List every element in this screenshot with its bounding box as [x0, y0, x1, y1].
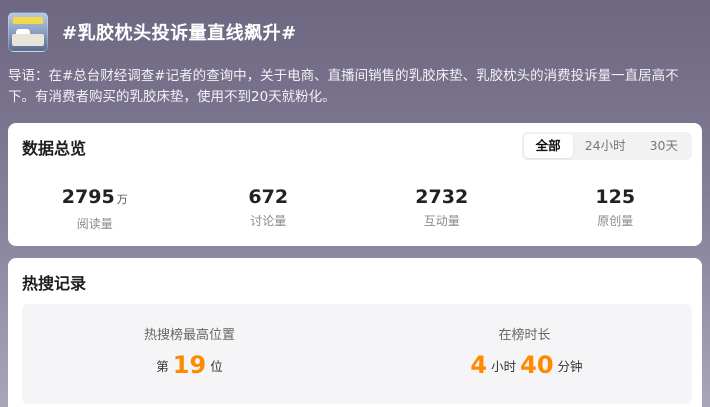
peak-label: 热搜榜最高位置: [143, 328, 235, 343]
stat-label: 互动量: [423, 214, 460, 228]
duration-label: 在榜时长: [498, 328, 551, 343]
duration-minutes-unit: 分钟: [557, 359, 583, 374]
tab-30d[interactable]: 30天: [638, 134, 690, 158]
stat-reads: 2795 万 阅读量: [8, 185, 182, 232]
overview-card: 数据总览 全部 24小时 30天 2795 万 阅读量 672 讨论量 2732 …: [8, 123, 702, 246]
stat-discussions: 672 讨论量: [182, 185, 356, 232]
stat-value: 2732: [415, 186, 469, 208]
hot-record-card: 热搜记录 热搜榜最高位置 第 19 位 在榜时长 4 小时 40 分钟: [8, 258, 702, 407]
stat-unit: 万: [116, 193, 128, 206]
stat-value: 672: [248, 186, 289, 208]
stat-label: 阅读量: [76, 217, 113, 231]
hot-record-box: 热搜榜最高位置 第 19 位 在榜时长 4 小时 40 分钟: [22, 304, 692, 404]
stat-value: 2795 万: [61, 186, 128, 208]
stat-label: 讨论量: [250, 214, 287, 228]
thumbnail-banner: [13, 17, 43, 24]
peak-suffix: 位: [210, 359, 223, 374]
overview-title: 数据总览: [22, 139, 87, 158]
stats-row: 2795 万 阅读量 672 讨论量 2732 互动量 125 原创量: [8, 185, 702, 232]
time-range-tabs: 全部 24小时 30天: [521, 132, 692, 160]
thumbnail-bed: [12, 34, 44, 46]
stat-interactions: 2732 互动量: [355, 185, 529, 232]
duration-minutes: 40: [520, 351, 554, 379]
duration-hours-unit: 小时: [491, 359, 517, 374]
on-list-duration: 在榜时长 4 小时 40 分钟: [357, 304, 692, 404]
peak-prefix: 第: [156, 359, 169, 374]
stat-originals: 125 原创量: [529, 185, 703, 232]
stat-value: 125: [595, 186, 636, 208]
tab-all[interactable]: 全部: [523, 134, 573, 158]
peak-position: 热搜榜最高位置 第 19 位: [22, 304, 357, 404]
duration-value-row: 4 小时 40 分钟: [357, 351, 692, 379]
topic-header: #乳胶枕头投诉量直线飙升#: [8, 12, 297, 52]
topic-thumbnail[interactable]: [8, 12, 48, 52]
peak-rank: 19: [172, 351, 207, 379]
topic-title: #乳胶枕头投诉量直线飙升#: [62, 23, 297, 44]
topic-intro: 导语：在#总台财经调查#记者的查询中，关于电商、直播间销售的乳胶床垫、乳胶枕头的…: [8, 68, 679, 105]
stat-label: 原创量: [597, 214, 634, 228]
peak-value-row: 第 19 位: [22, 351, 357, 379]
tab-24h[interactable]: 24小时: [573, 134, 638, 158]
hot-record-title: 热搜记录: [22, 274, 87, 293]
duration-hours: 4: [470, 351, 488, 379]
